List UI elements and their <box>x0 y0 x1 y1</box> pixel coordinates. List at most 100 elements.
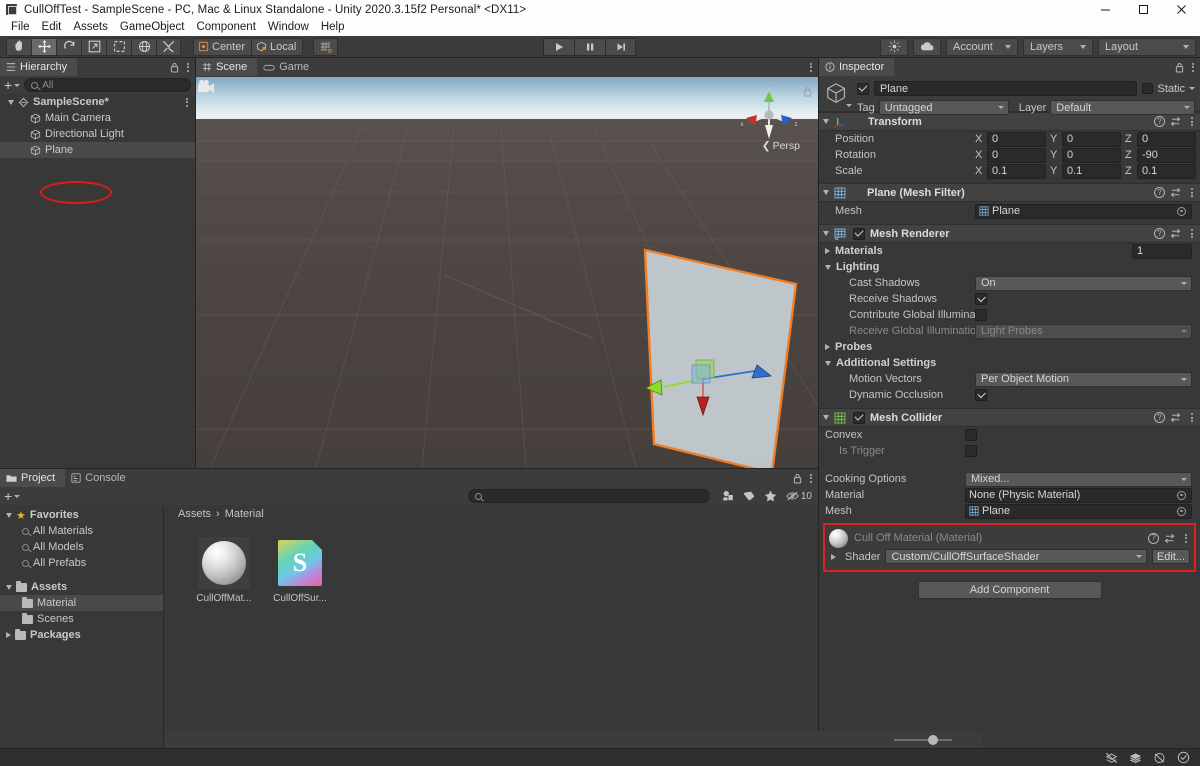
kebab-menu-icon[interactable] <box>807 62 815 72</box>
label-filter-icon[interactable] <box>743 490 755 502</box>
services-icon[interactable] <box>880 37 908 56</box>
slider-knob[interactable] <box>928 735 938 745</box>
lock-icon[interactable] <box>1175 62 1184 73</box>
dynamic-occlusion-checkbox[interactable] <box>975 389 987 401</box>
component-header-mesh-collider[interactable]: Mesh Collider ? <box>819 408 1200 427</box>
object-enabled-checkbox[interactable] <box>857 82 869 95</box>
project-tree-all-prefabs[interactable]: All Prefabs <box>0 555 163 571</box>
lock-icon[interactable] <box>170 62 179 73</box>
kebab-menu-icon[interactable] <box>807 473 815 483</box>
menu-edit[interactable]: Edit <box>36 19 68 36</box>
lock-icon[interactable] <box>793 473 802 484</box>
kebab-menu-icon[interactable] <box>1188 229 1196 238</box>
materials-foldout[interactable]: Materials 1 <box>819 243 1200 259</box>
convex-checkbox[interactable] <box>965 429 977 441</box>
material-preview-header[interactable]: Cull Off Material (Material) ? <box>829 528 1190 548</box>
kebab-menu-icon[interactable] <box>1188 117 1196 126</box>
kebab-menu-icon[interactable] <box>1189 62 1197 72</box>
add-component-button[interactable]: Add Component <box>917 581 1102 599</box>
contribute-gi-checkbox[interactable] <box>975 309 987 321</box>
scene-projection-label[interactable]: ❮ Persp <box>762 140 800 152</box>
tab-hierarchy[interactable]: Hierarchy <box>0 58 78 76</box>
menu-file[interactable]: File <box>5 19 36 36</box>
chevron-down-icon[interactable] <box>6 584 12 590</box>
motion-vectors-dropdown[interactable]: Per Object Motion <box>975 371 1192 387</box>
hierarchy-scene-row[interactable]: SampleScene* <box>0 94 195 110</box>
component-header-transform[interactable]: Transform ? <box>819 112 1200 131</box>
help-icon[interactable]: ? <box>1154 187 1165 198</box>
position-z-input[interactable]: 0 <box>1137 131 1196 147</box>
help-icon[interactable]: ? <box>1154 116 1165 127</box>
menu-gameobject[interactable]: GameObject <box>114 19 191 36</box>
rotate-tool-button[interactable] <box>56 37 81 56</box>
project-search-input[interactable] <box>467 489 710 503</box>
cloud-icon[interactable] <box>913 37 941 56</box>
preset-icon[interactable] <box>1171 187 1182 198</box>
menu-assets[interactable]: Assets <box>67 19 114 36</box>
scale-z-input[interactable]: 0.1 <box>1137 163 1196 179</box>
tab-console[interactable]: Console <box>65 469 135 487</box>
pivot-mode-button[interactable]: Center <box>193 37 252 56</box>
cast-shadows-dropdown[interactable]: On <box>975 275 1192 291</box>
scene-viewport[interactable]: y x z ❮ Persp <box>196 77 818 468</box>
favorite-filter-icon[interactable] <box>764 490 777 502</box>
layout-dropdown[interactable]: Layout <box>1098 37 1196 56</box>
additional-settings-foldout[interactable]: Additional Settings <box>819 355 1200 371</box>
move-tool-button[interactable] <box>31 37 56 56</box>
hierarchy-search-input[interactable]: All <box>24 78 191 92</box>
help-icon[interactable]: ? <box>1154 228 1165 239</box>
transform-tool-button[interactable] <box>131 37 156 56</box>
object-picker-icon[interactable] <box>1177 490 1186 500</box>
shader-dropdown[interactable]: Custom/CullOffSurfaceShader <box>885 549 1147 564</box>
chevron-down-icon[interactable] <box>823 190 829 195</box>
project-tree-all-materials[interactable]: All Materials <box>0 523 163 539</box>
chevron-down-icon[interactable] <box>6 512 12 518</box>
menu-help[interactable]: Help <box>315 19 351 36</box>
help-icon[interactable]: ? <box>1148 532 1159 544</box>
chevron-right-icon[interactable] <box>6 632 11 638</box>
physic-material-field[interactable]: None (Physic Material) <box>965 487 1192 503</box>
project-tree-material[interactable]: Material <box>0 595 163 611</box>
mesh-renderer-enabled-checkbox[interactable] <box>853 227 865 240</box>
kebab-menu-icon[interactable] <box>1182 533 1190 543</box>
breadcrumb-material[interactable]: Material <box>225 508 264 520</box>
scene-axis-gizmo[interactable]: y x z <box>738 87 800 145</box>
lock-icon[interactable] <box>803 86 812 97</box>
tab-project[interactable]: Project <box>0 469 66 487</box>
chevron-right-icon[interactable] <box>825 248 830 254</box>
preset-icon[interactable] <box>1171 228 1182 239</box>
project-tree-favorites[interactable]: ★ Favorites <box>0 507 163 523</box>
rotation-x-input[interactable]: 0 <box>987 147 1046 163</box>
kebab-menu-icon[interactable] <box>1188 188 1196 197</box>
grid-snap-icon[interactable] <box>313 37 339 56</box>
chevron-down-icon[interactable] <box>825 264 831 270</box>
static-checkbox[interactable] <box>1142 83 1154 94</box>
hidden-packages-toggle[interactable]: 10 <box>786 491 812 502</box>
lighting-foldout[interactable]: Lighting <box>819 259 1200 275</box>
tab-scene[interactable]: Scene <box>196 58 258 76</box>
project-tree-all-models[interactable]: All Models <box>0 539 163 555</box>
project-tree-packages[interactable]: Packages <box>0 627 163 643</box>
hand-tool-button[interactable] <box>6 37 31 56</box>
hierarchy-item-plane[interactable]: Plane <box>0 142 195 158</box>
project-tree-assets[interactable]: Assets <box>0 579 163 595</box>
receive-shadows-checkbox[interactable] <box>975 293 987 305</box>
custom-tool-button[interactable] <box>156 37 181 56</box>
ok-status-icon[interactable] <box>1177 751 1190 764</box>
close-button[interactable] <box>1162 0 1200 19</box>
help-icon[interactable]: ? <box>1154 412 1165 423</box>
tab-inspector[interactable]: Inspector <box>819 58 895 76</box>
menu-component[interactable]: Component <box>190 19 261 36</box>
create-asset-button[interactable]: + <box>4 489 21 503</box>
layers-status-icon[interactable] <box>1129 752 1142 764</box>
pivot-rotation-button[interactable]: Local <box>251 37 304 56</box>
scale-x-input[interactable]: 0.1 <box>987 163 1046 179</box>
layer-dropdown[interactable]: Default <box>1050 100 1195 115</box>
asset-size-slider[interactable] <box>894 735 952 745</box>
static-toggle[interactable]: Static <box>1142 83 1195 95</box>
materials-count-input[interactable]: 1 <box>1132 243 1192 259</box>
asset-item-shader[interactable]: S CullOffSur... <box>270 537 330 604</box>
collider-mesh-field[interactable]: Plane <box>965 503 1192 519</box>
chevron-right-icon[interactable] <box>825 344 830 350</box>
component-header-mesh-filter[interactable]: Plane (Mesh Filter) ? <box>819 183 1200 202</box>
